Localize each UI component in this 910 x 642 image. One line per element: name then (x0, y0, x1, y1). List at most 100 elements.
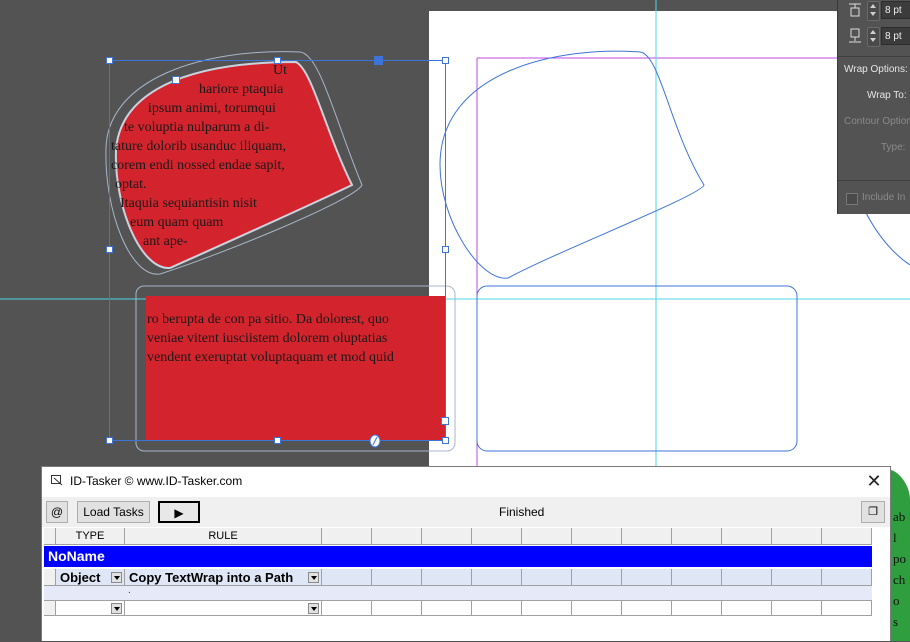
dropdown-arrow-icon[interactable] (308, 603, 319, 614)
grid-cell[interactable] (522, 569, 572, 586)
column-header[interactable] (522, 528, 572, 545)
wrap-to-label: Wrap To: (867, 90, 907, 101)
frame-text-line: eum quam quam (130, 215, 223, 230)
top-offset-field[interactable]: 8 pt (881, 1, 910, 19)
grid-cell[interactable] (822, 601, 872, 616)
dropdown-arrow-icon[interactable] (111, 572, 122, 583)
run-button[interactable]: ▶ (158, 501, 200, 523)
load-tasks-button[interactable]: Load Tasks (77, 501, 150, 523)
row-selector[interactable] (44, 569, 56, 586)
id-tasker-window: ID-Tasker © www.ID-Tasker.com ✕ @ Load T… (41, 466, 891, 641)
grid-cell[interactable] (722, 601, 772, 616)
tasker-toolbar: @ Load Tasks ▶ Finished ❐ (42, 497, 890, 527)
row-selector[interactable] (44, 601, 56, 616)
grid-cell[interactable] (372, 569, 422, 586)
column-header[interactable] (772, 528, 822, 545)
grid-cell[interactable] (372, 601, 422, 616)
edge-text-line: po (893, 632, 910, 641)
rule-column-header[interactable]: RULE (125, 528, 322, 545)
bottom-offset-stepper[interactable] (867, 27, 880, 47)
frame-text-line: hariore ptaquia (199, 82, 284, 97)
column-header[interactable] (622, 528, 672, 545)
text-wrap-panel: 8 pt 8 pt Wrap Options: Wrap To: Contour… (837, 0, 910, 214)
tasker-title: ID-Tasker © www.ID-Tasker.com (70, 474, 243, 488)
type-cell[interactable] (56, 601, 125, 616)
panel-divider (838, 180, 910, 181)
rule-cell[interactable] (125, 601, 322, 616)
grid-cell[interactable] (822, 569, 872, 586)
grid-cell[interactable] (572, 569, 622, 586)
column-header[interactable] (672, 528, 722, 545)
dropdown-arrow-icon[interactable] (308, 572, 319, 583)
column-header[interactable] (472, 528, 522, 545)
grid-cell[interactable] (772, 601, 822, 616)
rect-frame-text: ro berupta de con pa sitio. Da dolorest,… (147, 312, 394, 365)
frame-text-line: corem endi nossed endae sapit, (111, 158, 285, 173)
grid-cell[interactable] (422, 601, 472, 616)
type-column-header[interactable]: TYPE (56, 528, 125, 545)
type-cell[interactable]: Object (56, 569, 125, 586)
app-icon (51, 475, 63, 486)
tasker-titlebar[interactable]: ID-Tasker © www.ID-Tasker.com ✕ (42, 467, 890, 495)
include-inside-edges-checkbox[interactable] (846, 193, 858, 205)
edge-text-line: s (893, 614, 899, 629)
table-row[interactable] (44, 601, 872, 616)
frame-text-line: optat. (115, 177, 147, 192)
column-header[interactable] (422, 528, 472, 545)
panel-divider (838, 56, 910, 57)
grid-cell[interactable] (472, 569, 522, 586)
dropdown-arrow-icon[interactable] (111, 603, 122, 614)
top-offset-icon (849, 3, 861, 17)
row-selector-header (44, 528, 56, 545)
grid-cell[interactable] (622, 601, 672, 616)
table-row[interactable]: Object Copy TextWrap into a Path (44, 569, 872, 586)
column-header[interactable] (572, 528, 622, 545)
bottom-offset-icon (849, 28, 861, 43)
column-header[interactable] (822, 528, 872, 545)
rule-value: Copy TextWrap into a Path (129, 570, 294, 585)
wrap-options-label: Wrap Options: (844, 64, 908, 75)
frame-text-line: ro berupta de con pa sitio. Da dolorest,… (147, 312, 389, 327)
task-group-header[interactable]: NoName (44, 546, 872, 567)
frame-text-line: vendent exeruptat voluptaquam et mod qui… (147, 350, 394, 365)
column-header[interactable] (722, 528, 772, 545)
grid-cell[interactable] (322, 569, 372, 586)
grid-cell[interactable] (772, 569, 822, 586)
background-edge-text: ab l po ch os po (893, 506, 910, 641)
at-button[interactable]: @ (46, 501, 68, 523)
contour-options-label: Contour Option (844, 116, 910, 127)
frame-text-line: Itaquia sequiantisin nisit (120, 196, 257, 211)
grid-cell[interactable] (622, 569, 672, 586)
grid-cell[interactable] (572, 601, 622, 616)
frame-text-line: ant ape- (143, 234, 188, 249)
include-inside-edges-label: Include In (862, 192, 906, 203)
edge-text-line: ab (893, 509, 906, 524)
column-header[interactable] (322, 528, 372, 545)
notes-row[interactable]: . (44, 586, 872, 601)
bottom-offset-field[interactable]: 8 pt (881, 27, 910, 45)
grid-cell[interactable] (422, 569, 472, 586)
edge-text-line: l (893, 530, 897, 545)
edge-text-line: o (893, 593, 900, 608)
type-value: Object (60, 570, 101, 585)
grid-cell[interactable] (722, 569, 772, 586)
bottom-offset-row: 8 pt (838, 26, 910, 48)
frame-text-line: veniae vitent iusciistem dolorem oluptat… (147, 331, 387, 346)
rule-cell[interactable]: Copy TextWrap into a Path (125, 569, 322, 586)
grid-cell[interactable] (522, 601, 572, 616)
grid-cell[interactable] (472, 601, 522, 616)
top-offset-stepper[interactable] (867, 1, 880, 21)
frame-text-line: Ut (273, 63, 287, 78)
grid-cell[interactable] (672, 569, 722, 586)
frame-text-line: ipsum animi, torumqui (148, 101, 276, 116)
edge-text-line: ch (893, 572, 906, 587)
close-icon[interactable]: ✕ (864, 471, 884, 491)
restore-icon[interactable]: ❐ (861, 501, 885, 523)
column-header[interactable] (372, 528, 422, 545)
grid-cell[interactable] (672, 601, 722, 616)
grid-cell[interactable] (322, 601, 372, 616)
type-label: Type: (881, 142, 906, 153)
task-grid: TYPE RULE NoName Object Copy TextWrap in… (44, 528, 874, 642)
edge-text-line: po (893, 551, 906, 566)
frame-text-line: te voluptia nulparum a di- (124, 120, 270, 135)
